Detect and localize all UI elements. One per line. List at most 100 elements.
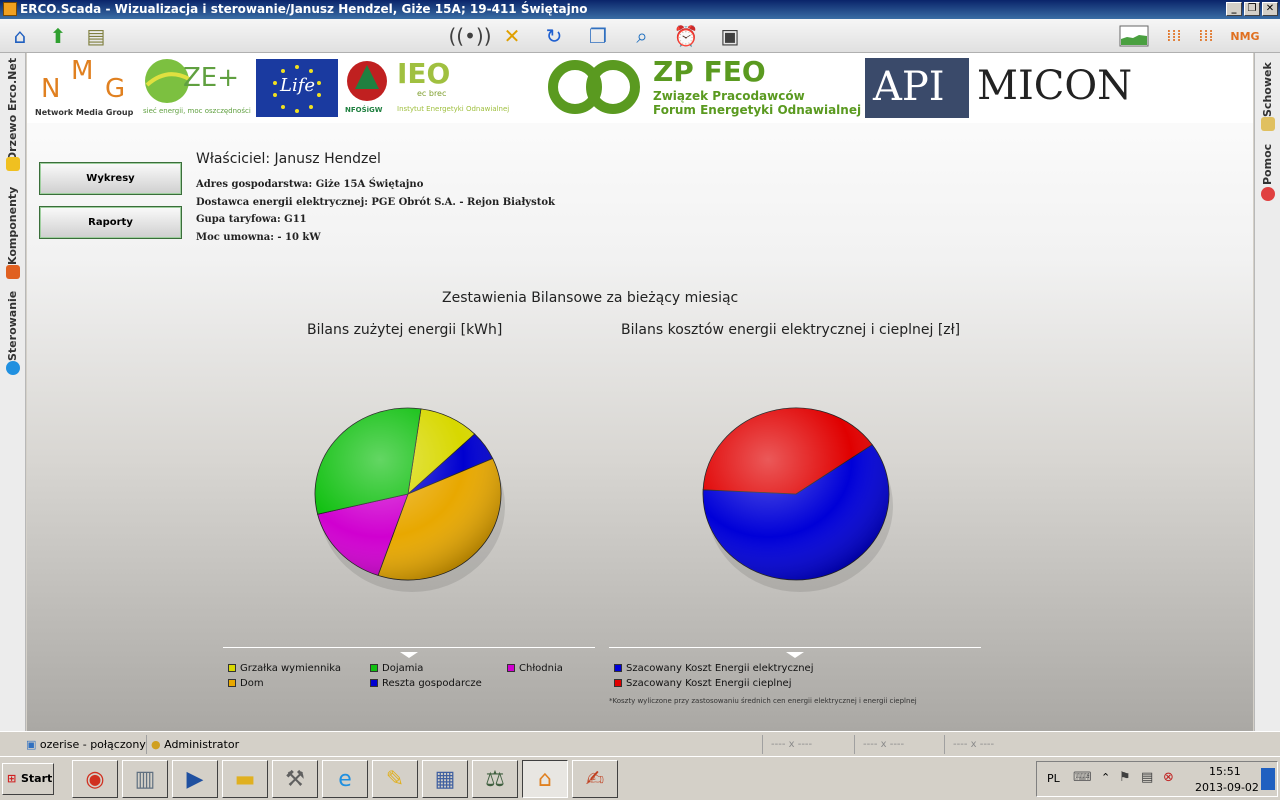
edit-icon[interactable]: ✍ bbox=[572, 760, 618, 798]
nfosigw-logo: NFOŚiGW bbox=[345, 59, 391, 119]
nmg-logo-graphic: N M G bbox=[41, 56, 125, 104]
search-icon[interactable]: ⌕ bbox=[628, 22, 656, 50]
tab-drzewo[interactable]: Drzewo Erco.Net bbox=[6, 58, 19, 161]
micon-text: MICON bbox=[977, 63, 1133, 109]
status-bar: ▣ ozerise - połączony ● Administrator --… bbox=[0, 731, 1280, 756]
eu-life-logo: Life bbox=[256, 59, 338, 117]
refresh-icon[interactable]: ↻ bbox=[540, 22, 568, 50]
start-label: Start bbox=[21, 772, 53, 785]
keyboard-icon[interactable]: ⌨ bbox=[1073, 770, 1092, 785]
zpfeo-logo: ZP FEO Związek Pracodawców Forum Energet… bbox=[547, 55, 867, 119]
energy-pie-chart bbox=[314, 407, 505, 592]
tab-komponenty[interactable]: Komponenty bbox=[6, 185, 19, 265]
ie-icon[interactable]: e bbox=[322, 760, 368, 798]
nmg-logo[interactable]: NMG bbox=[1222, 22, 1268, 50]
raporty-button[interactable]: Raporty bbox=[39, 206, 182, 239]
restore-button[interactable]: ❐ bbox=[1244, 2, 1260, 16]
zpfeo-line1: Związek Pracodawców bbox=[653, 89, 805, 103]
oze-text: ZE+ bbox=[183, 63, 240, 93]
legend-item: Dom bbox=[228, 678, 264, 689]
up-arrow-icon[interactable]: ⬆ bbox=[44, 22, 72, 50]
inspect-icon[interactable]: ▣ bbox=[716, 22, 744, 50]
tab-schowek[interactable]: Schowek bbox=[1261, 61, 1274, 117]
svg-text:M: M bbox=[71, 57, 93, 86]
user-label: Administrator bbox=[164, 738, 240, 751]
nmg-caption: Network Media Group bbox=[35, 108, 134, 117]
show-desktop-button[interactable] bbox=[1261, 768, 1275, 790]
app-icon bbox=[3, 2, 17, 16]
scales-icon[interactable]: ⚖ bbox=[472, 760, 518, 798]
oze-logo: ZE+ sieć energii, moc oszczędności bbox=[143, 57, 251, 119]
start-button[interactable]: ⊞ Start bbox=[2, 763, 54, 795]
grid-icon[interactable]: ⁞⁞⁞ bbox=[1160, 22, 1188, 50]
components-icon[interactable] bbox=[6, 265, 20, 279]
home-icon[interactable]: ⌂ bbox=[6, 22, 34, 50]
owner-tariff: Gupa taryfowa: G11 bbox=[196, 214, 307, 225]
legend-toggle-right[interactable] bbox=[786, 652, 804, 658]
chart-icon[interactable] bbox=[1118, 22, 1150, 50]
server-icon[interactable]: ▥ bbox=[122, 760, 168, 798]
tab-pomoc[interactable]: Pomoc bbox=[1261, 144, 1274, 185]
volume-muted-icon[interactable]: ⊗ bbox=[1163, 770, 1174, 785]
chevron-up-icon[interactable]: ⌃ bbox=[1101, 771, 1110, 784]
nfosigw-caption: NFOŚiGW bbox=[345, 106, 383, 114]
oze-caption: sieć energii, moc oszczędności bbox=[143, 107, 251, 115]
windows-icon[interactable]: ❐ bbox=[584, 22, 612, 50]
owner-address: Adres gospodarstwa: Giże 15A Świętajno bbox=[196, 179, 424, 190]
signal-icon[interactable]: ((•)) bbox=[449, 22, 492, 50]
clock-time[interactable]: 15:51 bbox=[1209, 765, 1241, 778]
zpfeo-line2: Forum Energetyki Odnawialnej bbox=[653, 103, 862, 117]
connection-status: ▣ ozerise - połączony bbox=[26, 735, 146, 754]
user-status: ● Administrator bbox=[146, 735, 239, 754]
notes-icon[interactable]: ✎ bbox=[372, 760, 418, 798]
alarm-clock-icon[interactable]: ⏰ bbox=[672, 22, 700, 50]
tree-icon[interactable] bbox=[6, 157, 20, 171]
control-icon[interactable] bbox=[6, 361, 20, 375]
legend-item: Reszta gospodarcze bbox=[370, 678, 482, 689]
close-button[interactable]: ✕ bbox=[1262, 2, 1278, 16]
legend-toggle-left[interactable] bbox=[400, 652, 418, 658]
title-bar: ERCO.Scada - Wizualizacja i sterowanie/J… bbox=[0, 0, 1280, 19]
ieo-sub: ec brec bbox=[417, 89, 447, 98]
tools-icon[interactable]: ✕ bbox=[498, 22, 526, 50]
ieo-logo: IEO ec brec Instytut Energetyki Odnawial… bbox=[397, 57, 547, 119]
clipboard-icon[interactable] bbox=[1261, 117, 1275, 131]
windows-logo-icon: ⊞ bbox=[7, 772, 17, 785]
network-tray-icon[interactable]: ▤ bbox=[1141, 770, 1153, 785]
owner-power: Moc umowna: - 10 kW bbox=[196, 232, 321, 243]
connection-label: ozerise - połączony bbox=[39, 738, 146, 751]
tab-sterowanie[interactable]: Sterowanie bbox=[6, 291, 19, 361]
minimize-button[interactable]: _ bbox=[1226, 2, 1242, 16]
ieo-caption: Instytut Energetyki Odnawialnej bbox=[397, 105, 510, 113]
legend-divider-left bbox=[223, 647, 595, 648]
book-icon[interactable]: ▤ bbox=[82, 22, 110, 50]
pie-shading bbox=[703, 408, 889, 580]
flag-icon[interactable]: ⚑ bbox=[1119, 770, 1131, 785]
system-tray: PL ⌨ ⌃ ⚑ ▤ ⊗ 15:51 2013-09-02 bbox=[1036, 761, 1278, 797]
nmg-logo-banner: N M G Network Media Group bbox=[35, 56, 135, 119]
wykresy-button[interactable]: Wykresy bbox=[39, 162, 182, 195]
tools-app-icon[interactable]: ⚒ bbox=[272, 760, 318, 798]
folder-icon[interactable]: ▬ bbox=[222, 760, 268, 798]
chrome-icon[interactable]: ◉ bbox=[72, 760, 118, 798]
energy-chart-title: Bilans zużytej energii [kWh] bbox=[307, 322, 503, 338]
network-icon: ▣ bbox=[26, 738, 40, 751]
eu-stars bbox=[273, 65, 321, 113]
logo-strip: N M G Network Media Group ZE+ sieć energ… bbox=[27, 53, 1253, 123]
clock-date[interactable]: 2013-09-02 bbox=[1195, 781, 1259, 794]
legend-item: Szacowany Koszt Energii cieplnej bbox=[614, 678, 791, 689]
disabled-status-2: ---- x ---- bbox=[854, 735, 904, 754]
user-icon: ● bbox=[151, 738, 165, 751]
owner-name: Właściciel: Janusz Hendzel bbox=[196, 151, 381, 167]
taskbar: ⊞ Start ◉ ▥ ▶ ▬ ⚒ e ✎ ▦ ⚖ ⌂ ✍ PL ⌨ ⌃ ⚑ ▤ … bbox=[0, 756, 1280, 800]
disabled-status-3: ---- x ---- bbox=[944, 735, 994, 754]
powershell-icon[interactable]: ▶ bbox=[172, 760, 218, 798]
language-indicator[interactable]: PL bbox=[1047, 772, 1060, 785]
owner-supplier: Dostawca energii elektrycznej: PGE Obrót… bbox=[196, 197, 555, 208]
grid-icon-2[interactable]: ⁞⁞⁞ bbox=[1192, 22, 1220, 50]
factory-icon[interactable]: ⌂ bbox=[522, 760, 568, 798]
zpfeo-symbol bbox=[548, 60, 640, 114]
help-icon[interactable] bbox=[1261, 187, 1275, 201]
legend-divider-right bbox=[609, 647, 981, 648]
scada-icon[interactable]: ▦ bbox=[422, 760, 468, 798]
